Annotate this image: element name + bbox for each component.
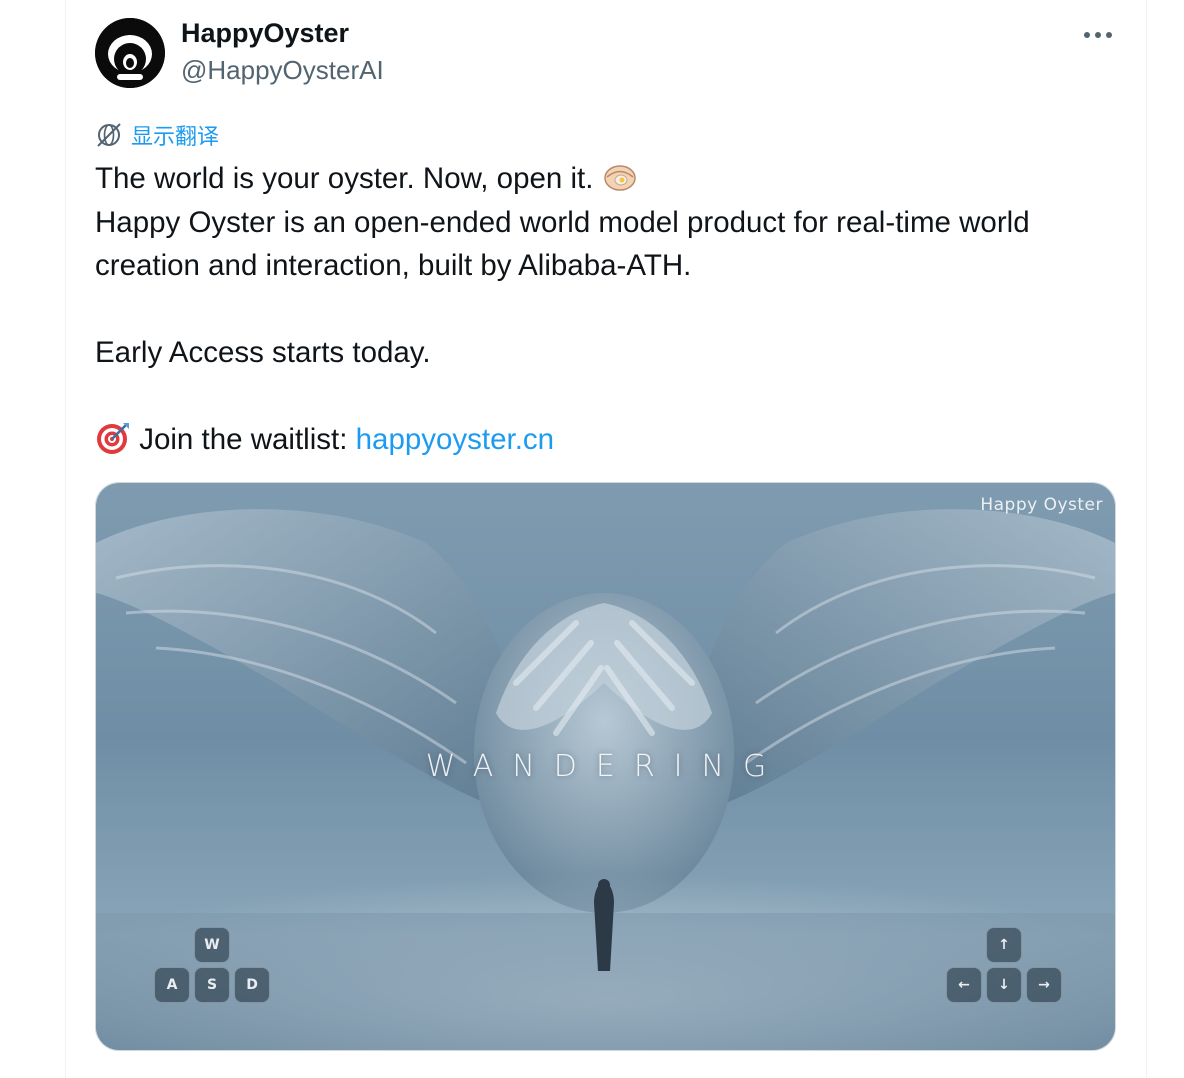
more-options-button[interactable] xyxy=(1078,18,1118,52)
tweet-line-3: creation and interaction, built by Aliba… xyxy=(95,249,692,282)
oyster-logo-icon xyxy=(95,18,165,88)
waitlist-link[interactable]: happyoyster.cn xyxy=(356,423,554,456)
show-translation-link[interactable]: 显示翻译 xyxy=(95,120,219,150)
tweet-line-1: The world is your oyster. Now, open it. xyxy=(95,157,1125,201)
tweet-line-1-text: The world is your oyster. Now, open it. xyxy=(95,162,594,195)
video-media[interactable]: Happy Oyster WANDERING W A S D ↑ ← ↓ → xyxy=(95,482,1116,1051)
tweet-line-5: Join the waitlist: happyoyster.cn xyxy=(95,418,1125,462)
key-d: D xyxy=(234,967,270,1003)
key-w: W xyxy=(194,927,230,963)
author-name[interactable]: HappyOyster xyxy=(181,18,349,49)
tweet-text: The world is your oyster. Now, open it. … xyxy=(95,157,1125,462)
overlay-title: WANDERING xyxy=(425,749,786,784)
key-down-arrow: ↓ xyxy=(986,967,1022,1003)
show-translation-label: 显示翻译 xyxy=(131,125,220,150)
key-up-arrow: ↑ xyxy=(986,927,1022,963)
key-right-arrow: → xyxy=(1026,967,1062,1003)
globe-strike-icon xyxy=(97,123,121,147)
direct-hit-emoji-icon xyxy=(97,423,129,454)
waitlist-prefix: Join the waitlist: xyxy=(139,423,356,456)
key-a: A xyxy=(154,967,190,1003)
key-left-arrow: ← xyxy=(946,967,982,1003)
author-handle[interactable]: @HappyOysterAI xyxy=(181,55,384,86)
oyster-emoji-icon xyxy=(603,165,636,191)
tweet-line-2: Happy Oyster is an open-ended world mode… xyxy=(95,205,1030,239)
avatar[interactable] xyxy=(95,18,165,88)
watermark: Happy Oyster xyxy=(980,495,1103,515)
tweet-line-4: Early Access starts today. xyxy=(95,336,431,369)
more-dots-icon xyxy=(1084,32,1112,38)
key-s: S xyxy=(194,967,230,1003)
